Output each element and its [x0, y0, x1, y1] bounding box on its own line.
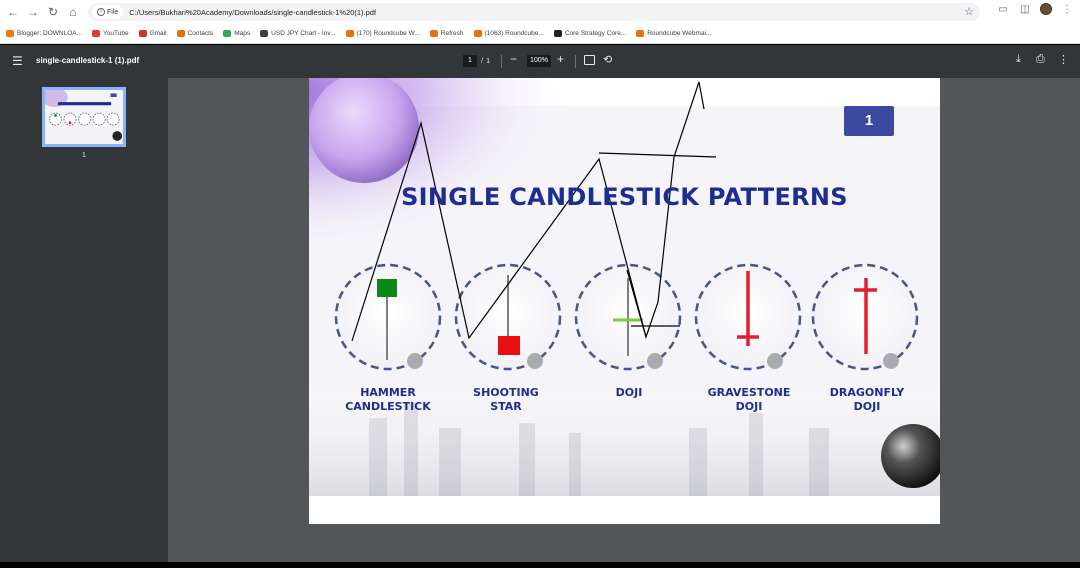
zoom-out-icon[interactable]: −: [510, 52, 517, 66]
bookmark-item[interactable]: Core Strategy Core...: [553, 30, 627, 37]
bookmark-item[interactable]: Blogger: DOWNLOA...: [6, 30, 82, 37]
bookmark-favicon: [429, 30, 438, 37]
browser-toolbar: ← → ↻ ⌂ i File C:/Users/Bukhari%20Academ…: [0, 0, 1080, 24]
pattern-label-dragonfly-doji: DRAGONFLY DOJI: [812, 386, 922, 414]
bookmark-item[interactable]: Contacts: [176, 30, 214, 37]
pattern-label-line: DOJI: [735, 400, 763, 413]
bookmark-label: YouTube: [103, 30, 129, 37]
side-panel-icon[interactable]: ◫: [1018, 4, 1032, 15]
bookmark-favicon: [345, 30, 354, 37]
site-info-chip[interactable]: i File: [92, 5, 124, 19]
document-title: single-candlestick-1 (1).pdf: [36, 56, 140, 65]
thumbnail-page-number: 1: [82, 152, 86, 159]
bookmark-favicon: [553, 30, 562, 37]
download-icon[interactable]: ⤓: [1016, 53, 1021, 66]
toolbar-divider: [575, 55, 576, 68]
bookmark-label: Refresh: [440, 30, 464, 37]
bookmark-item[interactable]: Maps: [223, 30, 250, 37]
gravestone-doji-graphic: [694, 263, 802, 371]
pattern-label-line: CANDLESTICK: [345, 400, 431, 413]
fit-to-page-icon[interactable]: [584, 55, 595, 65]
maps-icon: [223, 30, 232, 37]
taskbar-strip: [0, 562, 1080, 568]
doji-graphic: [574, 263, 682, 371]
file-chip-label: File: [107, 8, 119, 16]
pattern-label-line: HAMMER: [360, 386, 416, 399]
bookmark-label: Maps: [234, 30, 251, 37]
shooting-star-graphic: [454, 263, 562, 371]
bookmark-favicon: [260, 30, 269, 37]
bookmark-star-icon[interactable]: ☆: [964, 5, 974, 18]
bookmark-item[interactable]: YouTube: [92, 30, 129, 37]
bookmark-label: Contacts: [187, 30, 214, 37]
youtube-icon: [92, 30, 101, 37]
page-separator: /: [481, 56, 484, 65]
slide-title: SINGLE CANDLESTICK PATTERNS: [401, 183, 848, 211]
profile-avatar[interactable]: [1040, 3, 1052, 15]
bearish-body: [498, 336, 520, 355]
pdf-toolbar: ☰ single-candlestick-1 (1).pdf 1 / 1 − 1…: [0, 45, 1080, 78]
rotate-icon[interactable]: ⟲: [603, 53, 612, 66]
home-icon[interactable]: ⌂: [63, 2, 83, 22]
gmail-icon: [138, 30, 147, 37]
browser-menu-icon[interactable]: ⋮: [1060, 4, 1074, 15]
bullish-body: [377, 279, 397, 297]
more-actions-icon[interactable]: ⋮: [1058, 53, 1069, 66]
slide-artwork: [309, 78, 940, 496]
zoom-in-icon[interactable]: +: [557, 52, 564, 66]
bookmark-label: (1063) Roundcube...: [484, 30, 544, 37]
bookmark-item[interactable]: (170) Roundcube W...: [345, 30, 420, 37]
bookmark-item[interactable]: USD JPY Chart - Inv...: [260, 30, 336, 37]
hamburger-menu-icon[interactable]: ☰: [12, 54, 23, 68]
toolbar-right-icons: ▭ ◫ ⋮: [996, 3, 1074, 15]
bookmark-item[interactable]: Roundcube Webmai...: [636, 30, 711, 37]
bookmark-favicon: [6, 30, 14, 37]
page-total: 1: [486, 56, 491, 65]
bookmark-label: Blogger: DOWNLOA...: [17, 30, 83, 37]
bookmark-item[interactable]: Refresh: [429, 30, 464, 37]
moon-illustration: [309, 78, 419, 183]
page-number-input[interactable]: 1: [463, 55, 477, 67]
pattern-label-shooting-star: SHOOTING STAR: [451, 386, 561, 414]
url-text[interactable]: C:/Users/Bukhari%20Academy/Downloads/sin…: [129, 8, 376, 17]
back-icon[interactable]: ←: [3, 2, 23, 22]
address-bar[interactable]: i File C:/Users/Bukhari%20Academy/Downlo…: [88, 3, 980, 21]
bookmark-label: Roundcube Webmai...: [647, 30, 712, 37]
thumbnail-sidebar: 1: [0, 78, 168, 562]
slide-number-badge: 1: [844, 106, 894, 136]
page-thumbnail[interactable]: [42, 87, 126, 147]
bookmarks-bar: Blogger: DOWNLOA... YouTube Gmail Contac…: [0, 24, 1080, 44]
info-icon: i: [97, 8, 105, 16]
bookmark-label: Core Strategy Core...: [564, 30, 627, 37]
pattern-label-line: GRAVESTONE: [707, 386, 791, 399]
bookmark-label: USD JPY Chart - Inv...: [271, 30, 336, 37]
pattern-label-line: DOJI: [853, 400, 881, 413]
pattern-label-line: SHOOTING: [473, 386, 539, 399]
extensions-icon[interactable]: ▭: [996, 4, 1010, 15]
thumbnail-preview: [45, 90, 123, 144]
bookmark-item[interactable]: (1063) Roundcube...: [473, 30, 544, 37]
print-icon[interactable]: ⎙: [1036, 53, 1045, 66]
pdf-page: 1 SINGLE CANDLESTICK PATTERNS HAMMER CAN…: [309, 78, 940, 524]
bookmark-item[interactable]: Gmail: [138, 30, 167, 37]
hammer-candlestick-graphic: [334, 263, 442, 371]
reload-icon[interactable]: ↻: [43, 2, 63, 22]
pattern-label-gravestone-doji: GRAVESTONE DOJI: [694, 386, 804, 414]
dragonfly-doji-graphic: [811, 263, 919, 371]
bookmark-favicon: [473, 30, 482, 37]
pattern-label-line: DRAGONFLY: [829, 386, 905, 399]
pattern-label-hammer: HAMMER CANDLESTICK: [333, 386, 443, 414]
pattern-label-doji: DOJI: [574, 386, 684, 400]
bookmark-label: Gmail: [149, 30, 167, 37]
pattern-label-line: STAR: [490, 400, 522, 413]
bookmark-favicon: [636, 30, 645, 37]
bookmark-favicon: [176, 30, 185, 37]
bookmark-label: (170) Roundcube W...: [356, 30, 420, 37]
pattern-label-line: DOJI: [615, 386, 643, 399]
forward-icon[interactable]: →: [23, 2, 43, 22]
zoom-level-input[interactable]: 100%: [527, 55, 551, 67]
toolbar-divider: [501, 55, 502, 68]
